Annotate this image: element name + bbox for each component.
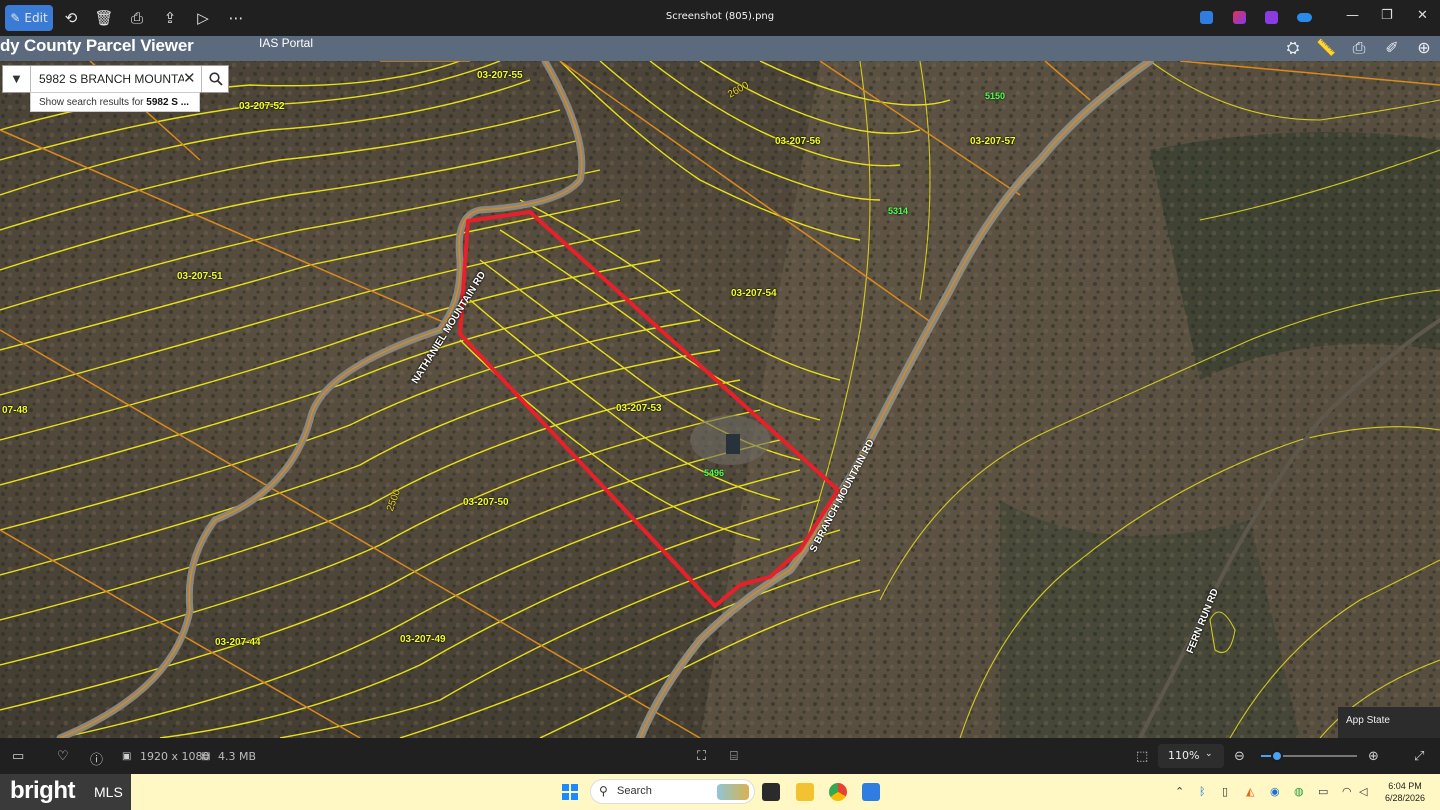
file-size-icon: ▤ <box>201 751 211 762</box>
taskbar-search-label: Search <box>617 785 652 797</box>
suggestion-prefix: Show search results for <box>39 97 147 108</box>
app-state-label: App State <box>1346 715 1390 726</box>
photos-app-icon[interactable] <box>862 783 880 801</box>
show-hidden-icons-icon[interactable]: ⌃ <box>1175 785 1184 798</box>
zoom-in-icon[interactable]: ⊕ <box>1368 749 1379 764</box>
image-dimensions: 1920 x 1080 <box>140 750 210 763</box>
viewer-status-bar: ▭ ♡ ⓘ ▣ 1920 x 1080 ▤ 4.3 MB ⛶ ⌸ ⬚ 110% … <box>0 738 1440 774</box>
wifi-icon[interactable]: ◠ <box>1342 785 1352 798</box>
window-title: Screenshot (805).png <box>665 11 775 22</box>
address-label: 5314 <box>888 206 909 216</box>
dimensions-icon: ▣ <box>122 751 132 762</box>
chevron-down-icon: ⌄ <box>1205 749 1213 759</box>
battery-saver-icon[interactable]: ▯ <box>1222 785 1228 798</box>
chrome-icon[interactable] <box>829 783 847 801</box>
info-icon[interactable]: ⓘ <box>90 749 103 768</box>
editor-app-icon[interactable] <box>1200 11 1213 24</box>
zoom-out-icon[interactable]: ⊖ <box>1234 749 1245 764</box>
fit-view-icon[interactable]: ⛶ <box>697 749 706 764</box>
search-highlight-icon <box>717 784 749 800</box>
logo-text: bright <box>10 777 75 804</box>
address-label: 5150 <box>985 91 1006 101</box>
search-suggestion[interactable]: Show search results for 5982 S ... <box>30 92 200 112</box>
file-size: 4.3 MB <box>218 750 257 763</box>
minimize-icon[interactable]: — <box>1346 8 1359 23</box>
security-icon[interactable]: ◉ <box>1270 785 1280 798</box>
text-scan-icon[interactable]: ⌸ <box>730 749 738 764</box>
layers-tool-icon[interactable]: ⛭ <box>1282 38 1304 58</box>
clock-date: 6/28/2026 <box>1384 793 1426 803</box>
app-state-panel[interactable]: App State <box>1338 707 1440 738</box>
favorite-icon[interactable]: ♡ <box>57 749 69 764</box>
parcel-label: 03-207-54 <box>731 288 777 299</box>
parcel-label: 03-207-49 <box>400 634 446 645</box>
suggestion-term: 5982 S ... <box>146 97 190 108</box>
address-label: 5496 <box>704 468 725 478</box>
sync-icon[interactable]: ◍ <box>1294 785 1304 798</box>
parcel-label: 03-207-53 <box>616 403 662 414</box>
system-clock[interactable]: 6:04 PM 6/28/2026 <box>1378 780 1432 804</box>
parcel-map[interactable]: 03-207-55 03-207-52 03-207-56 03-207-57 … <box>0 61 1440 738</box>
parcel-label: 03-207-57 <box>970 136 1016 147</box>
search-button[interactable] <box>201 66 229 92</box>
actual-size-icon[interactable]: ⬚ <box>1136 749 1148 764</box>
search-icon <box>208 72 223 86</box>
logo-suffix: MLS <box>94 784 123 800</box>
search-widget: ▼ 5982 S BRANCH MOUNTA ✕ <box>2 65 229 93</box>
parcel-label: 03-207-50 <box>463 497 509 508</box>
zoom-value: 110% <box>1168 749 1200 762</box>
bright-mls-logo: bright MLS <box>0 774 131 810</box>
volume-icon[interactable]: ◁ <box>1359 785 1367 798</box>
bluetooth-icon[interactable]: ᛒ <box>1199 785 1206 798</box>
fullscreen-icon[interactable]: ⤢ <box>1414 749 1424 764</box>
parcel-label: 03-207-56 <box>775 136 821 147</box>
filmstrip-icon[interactable]: ▭ <box>12 749 24 764</box>
basemap-tool-icon[interactable]: ⊕ <box>1413 38 1435 58</box>
layer-dropdown-icon[interactable]: ▼ <box>3 66 31 92</box>
portal-link[interactable]: IAS Portal <box>259 36 313 50</box>
parcel-label: 03-207-55 <box>477 70 523 81</box>
parcel-label: 03-207-44 <box>215 637 261 648</box>
measure-tool-icon[interactable]: 📏 <box>1315 38 1337 58</box>
vpn-icon[interactable]: ◭ <box>1246 785 1254 798</box>
taskbar: bright MLS ⚲ Search ⌃ ᛒ ▯ ◭ ◉ ◍ ▭ ◠ ◁ 6:… <box>0 774 1440 810</box>
close-icon[interactable]: ✕ <box>1417 8 1428 23</box>
title-bar: ✎ Edit ⟲ 🗑 ⎙ ⇪ ▷ ⋯ Screenshot (805).png … <box>0 0 1440 36</box>
display-icon[interactable]: ▭ <box>1318 785 1328 798</box>
maximize-icon[interactable]: ❐ <box>1381 8 1393 23</box>
viewer-header: dy County Parcel Viewer IAS Portal ⛭ 📏 ⎙… <box>0 36 1440 61</box>
search-input[interactable]: 5982 S BRANCH MOUNTA <box>39 72 184 86</box>
clipchamp-icon[interactable] <box>1265 11 1278 24</box>
clear-search-icon[interactable]: ✕ <box>183 69 196 87</box>
onedrive-icon[interactable] <box>1297 13 1312 22</box>
search-icon: ⚲ <box>599 784 608 798</box>
file-explorer-icon[interactable] <box>796 783 814 801</box>
draw-tool-icon[interactable]: ✐ <box>1381 38 1403 58</box>
parcel-label: 03-207-51 <box>177 271 223 282</box>
clock-time: 6:04 PM <box>1388 781 1422 791</box>
taskbar-search[interactable]: ⚲ Search <box>590 779 755 804</box>
zoom-slider-thumb[interactable] <box>1271 750 1284 762</box>
zoom-select[interactable]: 110% ⌄ <box>1158 744 1224 768</box>
task-view-icon[interactable] <box>762 783 780 801</box>
zoom-slider[interactable] <box>1261 750 1357 762</box>
copilot-icon[interactable] <box>1233 11 1246 24</box>
print-tool-icon[interactable]: ⎙ <box>1348 38 1370 58</box>
parcel-label: 03-207-52 <box>239 101 285 112</box>
viewer-brand: dy County Parcel Viewer <box>0 36 194 55</box>
parcel-label: 07-48 <box>2 405 28 416</box>
windows-start-icon[interactable] <box>562 784 578 800</box>
